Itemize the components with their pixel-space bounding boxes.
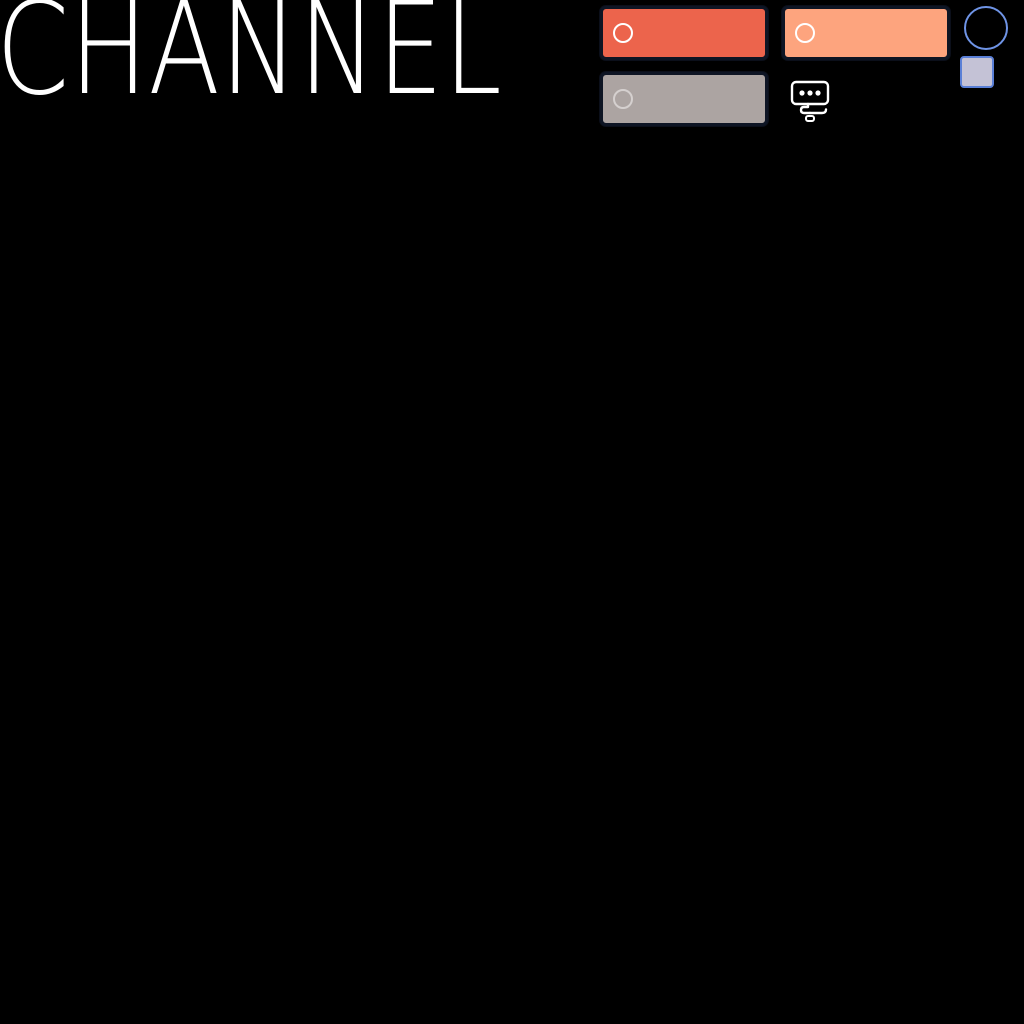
circle-outline-icon <box>613 23 633 43</box>
circle-outline-icon <box>613 89 633 109</box>
chat-bubble-ellipsis-icon[interactable] <box>788 78 832 124</box>
color-swatch-gray-button[interactable] <box>600 72 768 126</box>
square-shape-button[interactable] <box>960 56 994 88</box>
circle-shape-button[interactable] <box>964 6 1008 50</box>
color-swatch-peach-button[interactable] <box>782 6 950 60</box>
channel-logo: CHANNEL <box>0 0 502 124</box>
circle-outline-icon <box>795 23 815 43</box>
color-swatch-red-button[interactable] <box>600 6 768 60</box>
